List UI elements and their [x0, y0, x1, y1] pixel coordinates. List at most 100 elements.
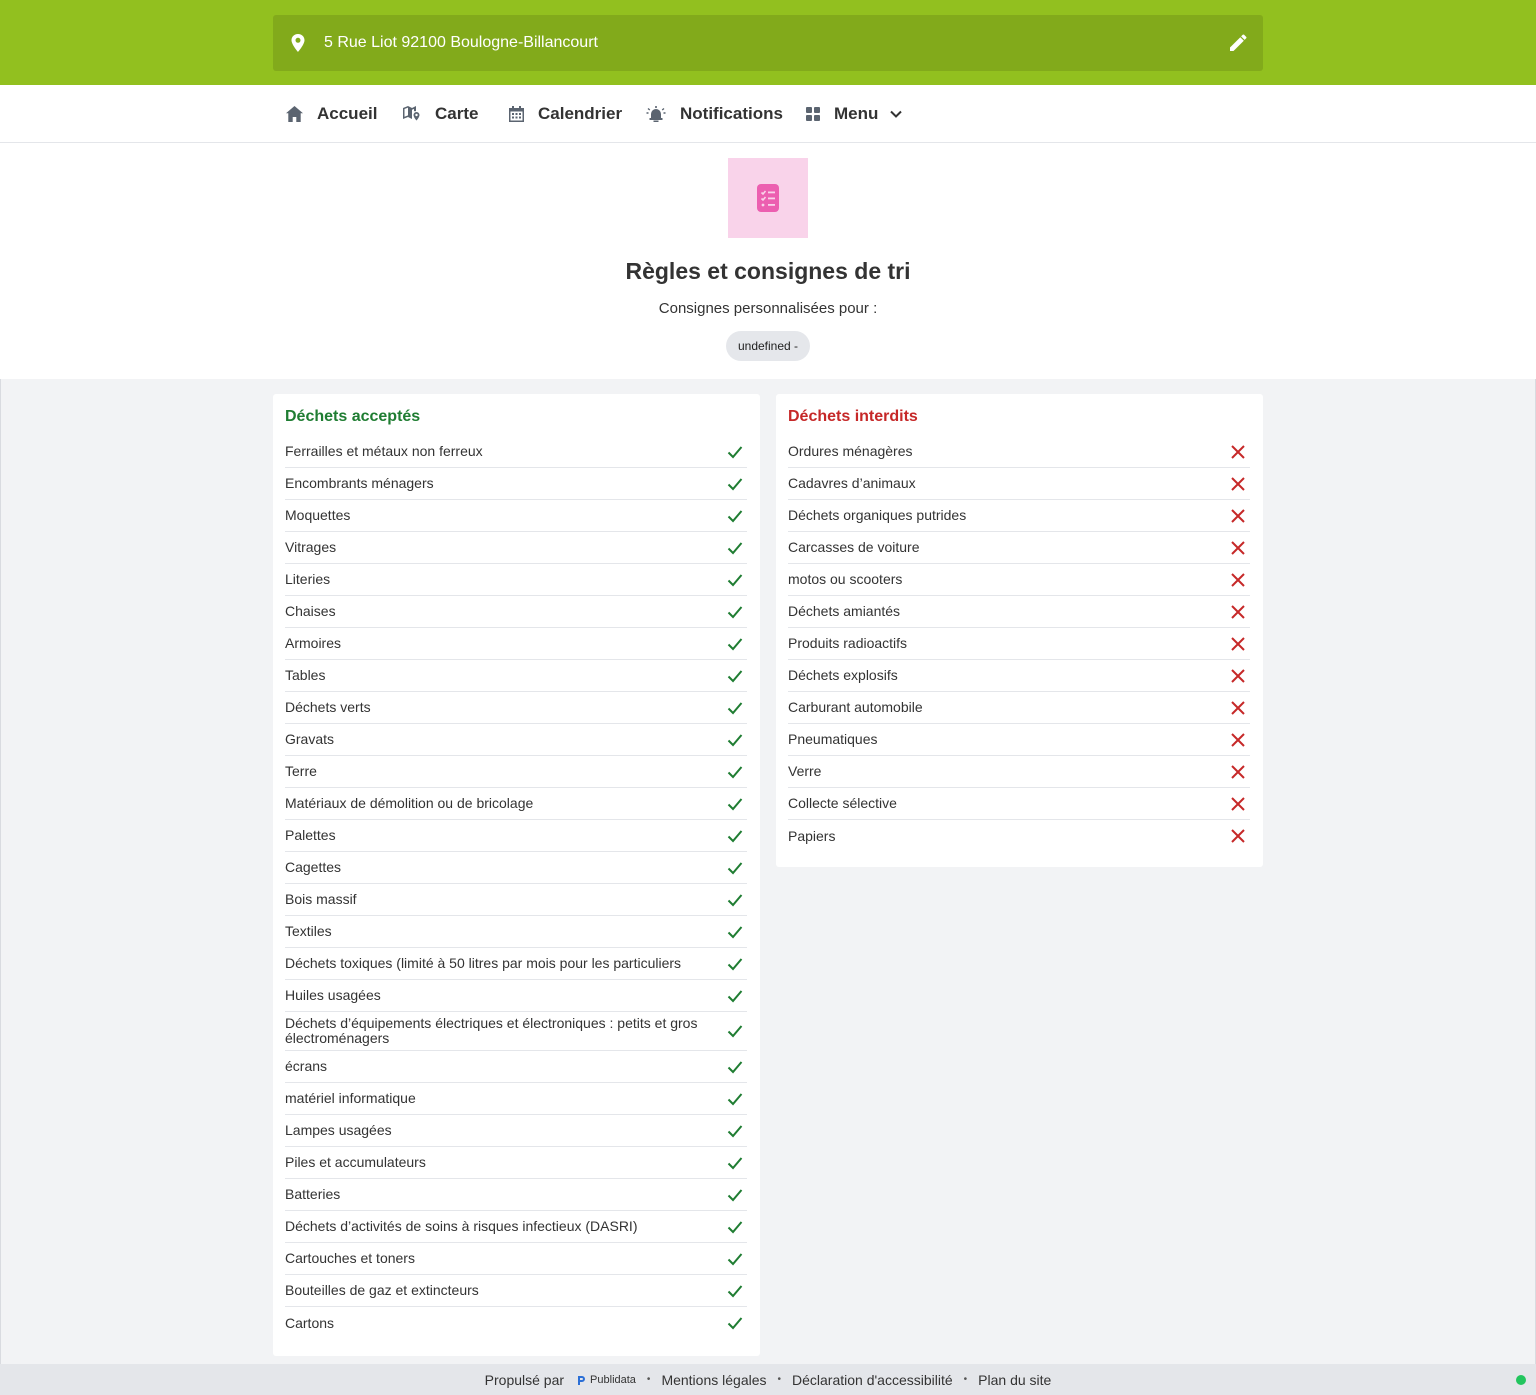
- cross-icon: [1231, 508, 1245, 523]
- waste-item-label: Matériaux de démolition ou de bricolage: [285, 795, 534, 811]
- check-icon: [727, 861, 743, 874]
- accepted-waste-list: Ferrailles et métaux non ferreux Encombra…: [285, 436, 747, 1339]
- accepted-waste-item: Bouteilles de gaz et extincteurs: [285, 1275, 747, 1307]
- waste-item-label: Verre: [788, 763, 822, 779]
- check-icon: [727, 1060, 743, 1073]
- waste-item-label: Huiles usagées: [285, 987, 381, 1003]
- forbidden-waste-item: Déchets amiantés: [788, 596, 1250, 628]
- waste-item-label: Vitrages: [285, 539, 337, 555]
- forbidden-waste-card: Déchets interdits Ordures ménagères Cadav…: [776, 394, 1263, 867]
- waste-item-label: motos ou scooters: [788, 571, 903, 587]
- accessibility-link[interactable]: Déclaration d'accessibilité: [792, 1372, 953, 1388]
- forbidden-waste-item: Déchets explosifs: [788, 660, 1250, 692]
- waste-item-label: Chaises: [285, 603, 336, 619]
- accepted-waste-item: Ferrailles et métaux non ferreux: [285, 436, 747, 468]
- waste-item-label: Tables: [285, 667, 326, 683]
- address-header: 5 Rue Liot 92100 Boulogne-Billancourt: [0, 0, 1536, 85]
- check-icon: [727, 797, 743, 810]
- home-icon: [286, 105, 303, 122]
- publidata-logo-icon: [578, 1375, 586, 1385]
- forbidden-waste-title: Déchets interdits: [788, 408, 918, 425]
- check-icon: [727, 1284, 743, 1297]
- nav-calendar[interactable]: Calendrier: [509, 85, 622, 142]
- accepted-waste-item: Déchets toxiques (limité à 50 litres par…: [285, 948, 747, 980]
- accepted-waste-item: Literies: [285, 564, 747, 596]
- check-icon: [727, 669, 743, 682]
- nav-calendar-label: Calendrier: [538, 103, 623, 123]
- waste-item-label: Déchets d’activités de soins à risques i…: [285, 1218, 638, 1234]
- check-icon: [727, 893, 743, 906]
- accepted-waste-item: Bois massif: [285, 884, 747, 916]
- footer-separator: •: [646, 1374, 651, 1385]
- page-title: Règles et consignes de tri: [625, 258, 911, 284]
- waste-item-label: Déchets organiques putrides: [788, 507, 967, 523]
- accepted-waste-item: écrans: [285, 1051, 747, 1083]
- forbidden-waste-item: Carcasses de voiture: [788, 532, 1250, 564]
- check-icon: [727, 1124, 743, 1137]
- waste-item-label: Ordures ménagères: [788, 443, 913, 459]
- forbidden-waste-item: Papiers: [788, 820, 1250, 852]
- check-icon: [727, 1025, 743, 1038]
- nav-map-label: Carte: [435, 103, 479, 123]
- nav-map[interactable]: Carte: [403, 85, 478, 142]
- waste-item-label: Gravats: [285, 731, 335, 747]
- accepted-waste-item: Matériaux de démolition ou de bricolage: [285, 788, 747, 820]
- check-icon: [727, 829, 743, 842]
- cross-icon: [1231, 700, 1245, 715]
- forbidden-waste-item: Cadavres d’animaux: [788, 468, 1250, 500]
- accepted-waste-item: Palettes: [285, 820, 747, 852]
- waste-item-label: Collecte sélective: [788, 795, 897, 811]
- accepted-waste-item: Piles et accumulateurs: [285, 1147, 747, 1179]
- waste-item-label: Ferrailles et métaux non ferreux: [285, 443, 483, 459]
- nav-menu[interactable]: Menu: [806, 85, 903, 142]
- waste-item-label: Piles et accumulateurs: [285, 1154, 426, 1170]
- accepted-waste-card: Déchets acceptés Ferrailles et métaux no…: [273, 394, 760, 1356]
- waste-item-label: Textiles: [285, 923, 332, 939]
- legal-link[interactable]: Mentions légales: [661, 1372, 766, 1388]
- accepted-waste-item: Déchets d’équipements électriques et éle…: [285, 1012, 747, 1051]
- cross-icon: [1231, 732, 1245, 747]
- waste-item-label: Carcasses de voiture: [788, 539, 920, 555]
- cross-icon: [1231, 540, 1245, 555]
- accepted-waste-item: Vitrages: [285, 532, 747, 564]
- accepted-waste-item: Cagettes: [285, 852, 747, 884]
- accepted-waste-item: Armoires: [285, 628, 747, 660]
- check-icon: [727, 477, 743, 490]
- footer: Propulsé par Publidata • Mentions légale…: [0, 1364, 1536, 1395]
- waste-item-label: Bois massif: [285, 891, 357, 907]
- pencil-icon[interactable]: [1229, 34, 1247, 52]
- accepted-waste-item: Déchets verts: [285, 692, 747, 724]
- forbidden-waste-item: Ordures ménagères: [788, 436, 1250, 468]
- nav-notifications-label: Notifications: [680, 103, 783, 123]
- powered-by-label: Propulsé par: [484, 1371, 565, 1388]
- check-icon: [727, 1188, 743, 1201]
- waste-item-label: Bouteilles de gaz et extincteurs: [285, 1282, 479, 1298]
- nav-home[interactable]: Accueil: [286, 85, 377, 142]
- page-subtitle: Consignes personnalisées pour :: [658, 300, 878, 317]
- cross-icon: [1231, 668, 1245, 683]
- accepted-waste-item: Batteries: [285, 1179, 747, 1211]
- waste-item-label: Déchets d’équipements électriques et éle…: [285, 1015, 698, 1046]
- accepted-waste-item: matériel informatique: [285, 1083, 747, 1115]
- forbidden-waste-item: Produits radioactifs: [788, 628, 1250, 660]
- check-icon: [727, 637, 743, 650]
- forbidden-waste-item: motos ou scooters: [788, 564, 1250, 596]
- waste-item-label: Cartons: [285, 1314, 335, 1331]
- chevron-down-icon: [890, 110, 903, 118]
- accepted-waste-item: Cartons: [285, 1307, 747, 1339]
- waste-item-label: Palettes: [285, 827, 336, 843]
- waste-item-label: Carburant automobile: [788, 699, 923, 715]
- check-icon: [727, 1092, 743, 1105]
- check-icon: [727, 1252, 743, 1265]
- address-text: 5 Rue Liot 92100 Boulogne-Billancourt: [324, 34, 598, 51]
- waste-item-label: Batteries: [285, 1186, 341, 1202]
- sitemap-link[interactable]: Plan du site: [978, 1372, 1051, 1388]
- accepted-waste-item: Tables: [285, 660, 747, 692]
- waste-item-label: Armoires: [285, 635, 342, 651]
- accepted-waste-title: Déchets acceptés: [285, 408, 421, 425]
- publidata-link[interactable]: Publidata: [576, 1374, 636, 1386]
- page-header: Règles et consignes de tri Consignes per…: [0, 143, 1536, 379]
- context-pill: undefined -: [726, 331, 810, 361]
- address-selector[interactable]: 5 Rue Liot 92100 Boulogne-Billancourt: [273, 15, 1263, 71]
- nav-notifications[interactable]: Notifications: [646, 85, 783, 142]
